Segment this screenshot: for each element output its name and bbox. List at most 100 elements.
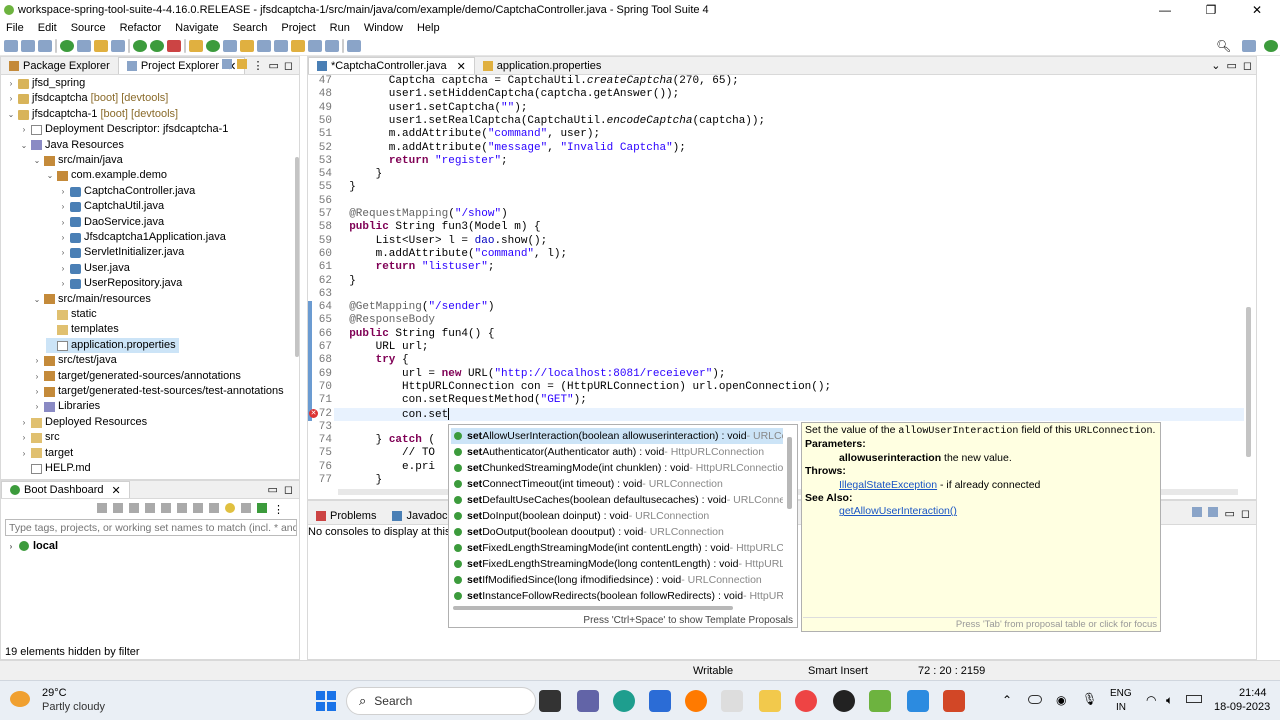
new-class-icon[interactable]: [206, 39, 220, 52]
prev-annotation-icon[interactable]: [274, 39, 288, 52]
powerpoint-icon[interactable]: [943, 690, 965, 712]
start-icon[interactable]: [113, 503, 123, 513]
vscode-icon[interactable]: [907, 690, 929, 712]
block-icon[interactable]: [111, 39, 125, 52]
bulb-icon[interactable]: [225, 503, 235, 513]
debug-icon[interactable]: [129, 503, 139, 513]
expand-icon[interactable]: ›: [20, 415, 28, 430]
cloud-icon[interactable]: [1028, 695, 1042, 704]
expand-icon[interactable]: ›: [20, 446, 28, 461]
close-icon[interactable]: ✕: [112, 484, 121, 497]
code-line[interactable]: public String fun4() {: [336, 328, 494, 341]
code-line[interactable]: user1.setHiddenCaptcha(captcha.getAnswer…: [336, 88, 679, 101]
tree-item[interactable]: ⌄ src/main/resources: [33, 292, 154, 307]
local-target[interactable]: › local: [7, 540, 58, 552]
tree-item[interactable]: › target/generated-test-sources/test-anno…: [33, 384, 287, 399]
stop-icon[interactable]: [145, 503, 155, 513]
tree-item[interactable]: › src/test/java: [33, 353, 120, 368]
tree-item[interactable]: › jfsd_spring: [7, 76, 88, 91]
tab-application-properties[interactable]: application.properties: [475, 57, 610, 74]
expand-icon[interactable]: ›: [20, 122, 28, 137]
task-view-icon[interactable]: [539, 690, 561, 712]
teams-icon[interactable]: [577, 690, 599, 712]
tree-item[interactable]: › Deployed Resources: [20, 415, 150, 430]
tree-item[interactable]: › target: [20, 446, 76, 461]
app-icon[interactable]: [833, 690, 855, 712]
tab-javadoc[interactable]: Javadoc: [384, 507, 455, 524]
expand-icon[interactable]: ›: [59, 230, 67, 245]
expand-icon[interactable]: ›: [59, 245, 67, 260]
weather-temp[interactable]: 29°C: [42, 687, 67, 699]
add-icon[interactable]: [257, 503, 267, 513]
code-line[interactable]: con.set: [336, 407, 450, 422]
clock-time[interactable]: 21:44: [1239, 687, 1267, 699]
tree-item[interactable]: › ServletInitializer.java: [59, 245, 187, 260]
forward-icon[interactable]: [325, 39, 339, 52]
maximize-view-icon[interactable]: ◻: [1243, 59, 1252, 72]
menu-help[interactable]: Help: [417, 22, 440, 34]
proposal-item[interactable]: setConnectTimeout(int timeout) : void - …: [451, 476, 783, 492]
wifi-icon[interactable]: ◠: [1146, 693, 1156, 707]
proposal-item[interactable]: setDoInput(boolean doinput) : void - URL…: [451, 508, 783, 524]
open-type-icon[interactable]: [223, 39, 237, 52]
menu-navigate[interactable]: Navigate: [175, 22, 218, 34]
tree-item[interactable]: › CaptchaUtil.java: [59, 199, 167, 214]
see-also-link[interactable]: getAllowUserInteraction(): [839, 505, 957, 517]
file-explorer-icon[interactable]: [759, 690, 781, 712]
display-console-icon[interactable]: [1192, 507, 1203, 517]
expand-icon[interactable]: ›: [59, 215, 67, 230]
proposal-list[interactable]: setAllowUserInteraction(boolean allowuse…: [449, 425, 789, 605]
code-line[interactable]: }: [336, 275, 356, 288]
minimize-view-icon[interactable]: ▭: [1224, 507, 1234, 520]
taskbar-search[interactable]: ⌕ Search: [346, 687, 536, 715]
expand-icon[interactable]: ⌄: [20, 138, 28, 153]
close-button[interactable]: ✕: [1234, 0, 1280, 20]
spring-perspective-icon[interactable]: [1264, 40, 1278, 52]
proposal-item[interactable]: setDoOutput(boolean dooutput) : void - U…: [451, 524, 783, 540]
expand-icon[interactable]: ›: [59, 184, 67, 199]
code-line[interactable]: con.setRequestMethod("GET");: [336, 394, 587, 407]
tray-chevron-icon[interactable]: ⌃: [1002, 693, 1012, 707]
filter-icon[interactable]: [241, 503, 251, 513]
code-line[interactable]: url = new URL("http://localhost:8081/rec…: [336, 368, 726, 381]
console-icon[interactable]: [177, 503, 187, 513]
view-menu-icon[interactable]: ⋮: [273, 503, 284, 516]
tree-item[interactable]: › src: [20, 430, 63, 445]
expand-icon[interactable]: ›: [7, 542, 15, 551]
code-line[interactable]: public String fun3(Model m) {: [336, 221, 540, 234]
spring-tool-suite-icon[interactable]: [869, 690, 891, 712]
code-line[interactable]: e.pri: [336, 461, 435, 474]
expand-icon[interactable]: ⌄: [7, 107, 15, 122]
tree-item[interactable]: templates: [46, 322, 122, 337]
expand-icon[interactable]: ›: [59, 199, 67, 214]
tree-item[interactable]: › CaptchaController.java: [59, 184, 198, 199]
maximize-button[interactable]: ❐: [1188, 0, 1234, 20]
edge-icon[interactable]: [613, 690, 635, 712]
back-icon[interactable]: [308, 39, 322, 52]
toggle-icon[interactable]: [77, 39, 91, 52]
menu-search[interactable]: Search: [233, 22, 268, 34]
code-line[interactable]: m.addAttribute("command", l);: [336, 248, 567, 261]
code-line[interactable]: m.addAttribute("message", "Invalid Captc…: [336, 142, 686, 155]
tree-item[interactable]: › target/generated-sources/annotations: [33, 369, 244, 384]
code-line[interactable]: m.addAttribute("command", user);: [336, 128, 600, 141]
menu-file[interactable]: File: [6, 22, 24, 34]
last-edit-icon[interactable]: [291, 39, 305, 52]
clock-date[interactable]: 18-09-2023: [1214, 701, 1270, 713]
perspective-icon[interactable]: [1242, 40, 1256, 52]
proposal-item[interactable]: setAllowUserInteraction(boolean allowuse…: [451, 428, 783, 444]
next-annotation-icon[interactable]: [257, 39, 271, 52]
proposal-item[interactable]: setAuthenticator(Authenticator auth) : v…: [451, 444, 783, 460]
mic-icon[interactable]: 🎙︎: [1082, 692, 1097, 706]
expand-icon[interactable]: ›: [59, 261, 67, 276]
proposal-item[interactable]: setInstanceFollowRedirects(boolean follo…: [451, 588, 783, 604]
explorer-scrollbar[interactable]: [295, 157, 299, 357]
expand-icon[interactable]: ›: [33, 384, 41, 399]
code-line[interactable]: List<User> l = dao.show();: [336, 235, 548, 248]
location-icon[interactable]: ◉: [1056, 693, 1066, 707]
save-icon[interactable]: [21, 39, 35, 52]
refresh-icon[interactable]: [97, 503, 107, 513]
proposal-item[interactable]: setDefaultUseCaches(boolean defaultuseca…: [451, 492, 783, 508]
menu-source[interactable]: Source: [71, 22, 106, 34]
code-line[interactable]: @GetMapping("/sender"): [336, 301, 494, 314]
